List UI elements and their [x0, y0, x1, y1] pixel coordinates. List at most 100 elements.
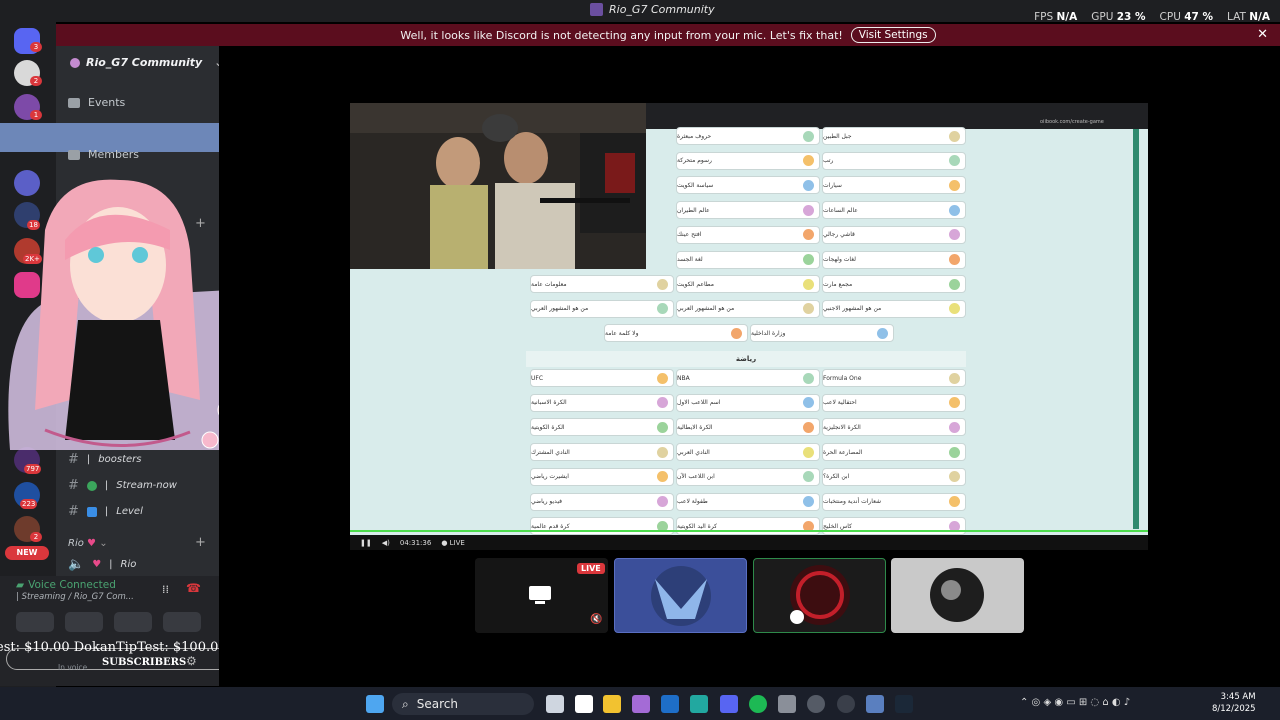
- category-card[interactable]: اسم اللاعب الاول: [676, 393, 820, 412]
- disconnect-icon[interactable]: ☎: [186, 581, 201, 595]
- category-card[interactable]: Formula One: [822, 369, 966, 387]
- category-card[interactable]: لغة الجسد: [676, 250, 820, 269]
- participant-tile[interactable]: [753, 558, 886, 633]
- category-icon: [803, 130, 814, 142]
- server-header[interactable]: Rio_G7 Community ⌄: [70, 56, 223, 69]
- new-servers-badge[interactable]: NEW: [5, 546, 49, 560]
- category-card[interactable]: الكرة الاسبانية: [530, 393, 674, 412]
- channel-stream-now[interactable]: # | Stream-now: [68, 478, 177, 493]
- category-icon: [949, 278, 960, 290]
- soundboard-button[interactable]: [163, 612, 201, 632]
- category-card[interactable]: حروف مبعثرة: [676, 127, 820, 145]
- settings-icon[interactable]: [778, 695, 796, 713]
- system-tray-icons[interactable]: ⌃ ◎ ◈ ◉ ▭ ⊞ ◌ ⌂ ◐ ♪: [1020, 697, 1130, 708]
- members-link[interactable]: Members: [68, 148, 139, 161]
- spotify-icon[interactable]: [749, 695, 767, 713]
- app-icon[interactable]: [837, 695, 855, 713]
- category-icon: [949, 496, 960, 507]
- category-card[interactable]: رسوم متحركة: [676, 151, 820, 170]
- vegas-icon[interactable]: [866, 695, 884, 713]
- category-card[interactable]: المصارعة الحرة: [822, 443, 966, 462]
- category-card[interactable]: مطاعم الكويت: [676, 275, 820, 294]
- voice-status[interactable]: ▰ Voice Connected: [16, 579, 116, 591]
- webcam-image: [350, 103, 646, 269]
- category-card[interactable]: جبل الطبين: [822, 127, 966, 145]
- category-card[interactable]: شعارات أندية ومنتخبات: [822, 492, 966, 511]
- category-icon: [657, 397, 668, 409]
- participant-tile[interactable]: [891, 558, 1024, 633]
- category-card[interactable]: معلومات عامة: [530, 275, 674, 294]
- category-card[interactable]: سيارات: [822, 176, 966, 195]
- windows-start-icon[interactable]: [366, 695, 384, 713]
- category-card[interactable]: وزارة الداخلية: [750, 324, 894, 342]
- category-icon: [949, 155, 960, 167]
- copilot-icon[interactable]: [632, 695, 650, 713]
- category-card[interactable]: فيديو رياضي: [530, 492, 674, 511]
- discord-icon[interactable]: [720, 695, 738, 713]
- screen-share-button[interactable]: [65, 612, 103, 632]
- edge-icon[interactable]: [690, 695, 708, 713]
- voice-channel-subtitle: | Streaming / Rio_G7 Com...: [16, 592, 134, 602]
- voice-channel-rio[interactable]: 🔈 ♥ | Rio: [68, 557, 136, 572]
- category-card[interactable]: NBA: [676, 369, 820, 387]
- category-card[interactable]: الكرة الكويتية: [530, 418, 674, 437]
- category-card[interactable]: عالم الطيران: [676, 201, 820, 220]
- participant-tile[interactable]: [614, 558, 747, 633]
- file-explorer-icon[interactable]: [603, 695, 621, 713]
- unread-badge: 1: [30, 110, 42, 120]
- steam-icon[interactable]: [895, 695, 913, 713]
- gear-icon[interactable]: ⚙: [186, 654, 197, 668]
- category-card[interactable]: الكرة الايطالية: [676, 418, 820, 437]
- category-rio[interactable]: Rio ♥ ⌄: [68, 538, 108, 549]
- shared-screen[interactable]: oiibook.com/create-game جبل الطبين حروف م…: [350, 103, 1148, 550]
- close-notice-icon[interactable]: ✕: [1257, 27, 1268, 42]
- category-card[interactable]: رتب: [822, 151, 966, 170]
- notice-text: Well, it looks like Discord is not detec…: [400, 28, 843, 42]
- add-channel-icon[interactable]: +: [195, 535, 206, 550]
- taskbar-search[interactable]: ⌕ Search: [392, 693, 534, 715]
- category-card[interactable]: ايشيرت رياضي: [530, 467, 674, 486]
- visit-settings-button[interactable]: Visit Settings: [850, 27, 936, 43]
- category-card[interactable]: كرة اليد الكويتية: [676, 517, 820, 536]
- notes-icon[interactable]: [575, 695, 593, 713]
- category-card[interactable]: كرة قدم عالمية: [530, 517, 674, 536]
- taskbar-clock[interactable]: 3:45 AM 8/12/2025: [1212, 691, 1256, 715]
- pause-icon[interactable]: ❚❚: [360, 539, 372, 547]
- category-card[interactable]: سياسة الكويت: [676, 176, 820, 195]
- hash-icon: #: [68, 478, 79, 493]
- category-card[interactable]: النادي العربي: [676, 443, 820, 462]
- events-link[interactable]: Events: [68, 96, 125, 109]
- category-card[interactable]: لغات ولهجات: [822, 250, 966, 269]
- category-icon: [657, 421, 668, 433]
- volume-icon[interactable]: ◀): [382, 539, 390, 547]
- category-card[interactable]: من هو المشهور العربي: [530, 299, 674, 318]
- members-icon: [68, 149, 80, 160]
- category-card[interactable]: الكرة الانجليزية: [822, 418, 966, 437]
- category-card[interactable]: عالم الساعات: [822, 201, 966, 220]
- category-card[interactable]: ابن الكرة؟: [822, 467, 966, 486]
- category-card[interactable]: ابن اللاعب الآن: [676, 467, 820, 486]
- category-card[interactable]: UFC: [530, 369, 674, 387]
- category-card[interactable]: من هو المشهور العربي: [676, 299, 820, 318]
- task-view-icon[interactable]: [546, 695, 564, 713]
- category-icon: [949, 446, 960, 458]
- activity-button[interactable]: [114, 612, 152, 632]
- outlook-icon[interactable]: [661, 695, 679, 713]
- voice-waveform-icon[interactable]: ⁞⁞: [162, 583, 169, 596]
- category-card[interactable]: طفولة لاعب: [676, 492, 820, 511]
- category-card[interactable]: كاس الخليج: [822, 517, 966, 536]
- video-off-button[interactable]: [16, 612, 54, 632]
- stream-progress-line: [350, 530, 1148, 532]
- category-icon: [949, 372, 960, 384]
- category-card[interactable]: النادي المشترك: [530, 443, 674, 462]
- cpu-label: CPU: [1159, 11, 1181, 23]
- category-card[interactable]: مجمع مارت: [822, 275, 966, 294]
- category-card[interactable]: ولا كلمة عامة: [604, 324, 748, 342]
- category-card[interactable]: قاشي رجالي: [822, 225, 966, 244]
- category-card[interactable]: احتفالية لاعب: [822, 393, 966, 412]
- category-card[interactable]: من هو المشهور الاجنبي: [822, 299, 966, 318]
- channel-level[interactable]: # | Level: [68, 504, 143, 519]
- muted-speaker-icon[interactable]: 🔇: [590, 614, 602, 625]
- obs-icon[interactable]: [807, 695, 825, 713]
- category-card[interactable]: افتح عينك: [676, 225, 820, 244]
